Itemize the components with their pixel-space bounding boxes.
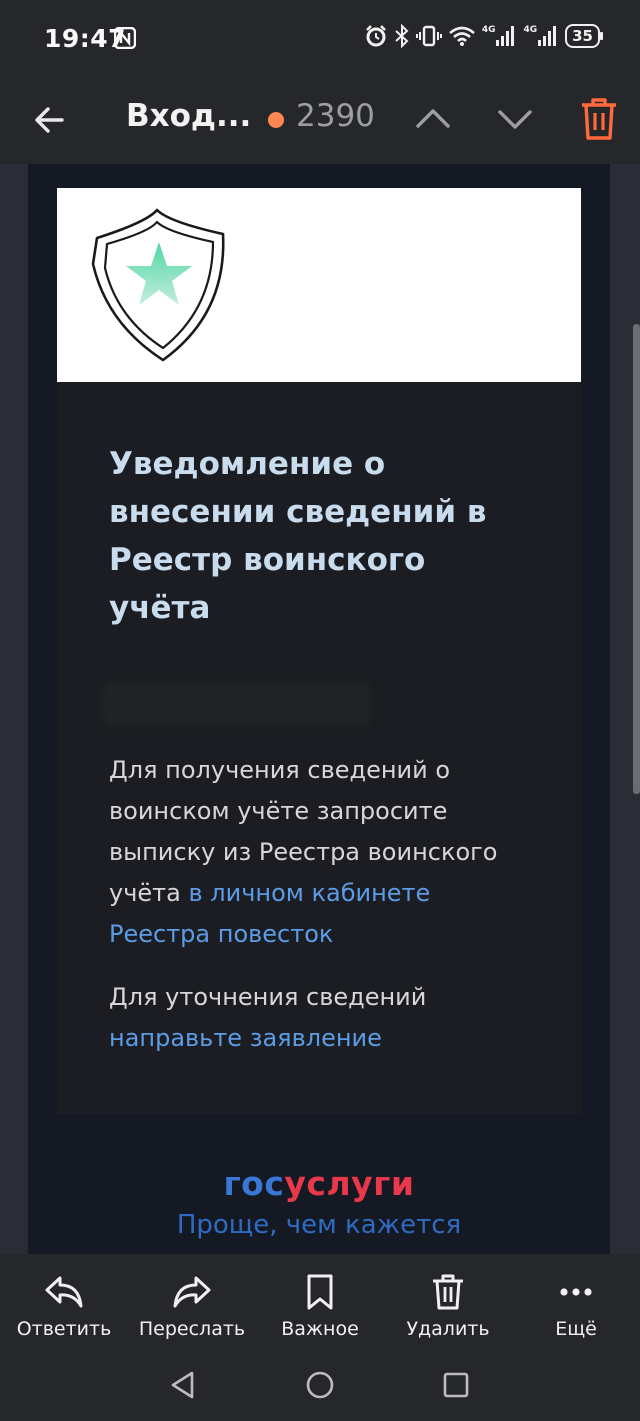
recents-square-icon[interactable]	[441, 1370, 471, 1400]
paragraph-clarify: Для уточнения сведений направьте заявлен…	[109, 977, 539, 1059]
battery-indicator: 35	[565, 24, 603, 48]
more-icon	[560, 1288, 592, 1296]
reply-icon	[45, 1276, 83, 1308]
forward-button[interactable]: Переслать	[128, 1274, 256, 1340]
signal-icon	[496, 26, 515, 46]
alarm-icon	[365, 25, 386, 47]
gosuslugi-logo: госуслуги	[28, 1164, 610, 1203]
trash-icon	[433, 1274, 463, 1310]
signal-icon	[538, 26, 557, 46]
bottom-action-bar: Ответить Переслать Важное Удалить Ещё	[0, 1254, 640, 1421]
next-message-chevron-down-icon[interactable]	[494, 98, 536, 140]
notification-card: Уведомление о внесении сведений в Реестр…	[57, 382, 581, 1114]
brand-slogan: Проще, чем кажется	[176, 1210, 462, 1240]
important-button[interactable]: Важное	[256, 1274, 384, 1340]
unread-dot	[268, 112, 284, 128]
wifi-icon	[448, 26, 475, 46]
scrollbar[interactable]	[633, 324, 640, 794]
network-label-1: 4G	[481, 25, 496, 35]
email-content-area[interactable]: Уведомление о внесении сведений в Реестр…	[0, 164, 640, 1254]
reply-button[interactable]: Ответить	[0, 1274, 128, 1340]
bluetooth-icon	[395, 24, 409, 48]
status-icons: 4G 4G 35	[364, 24, 603, 48]
important-label: Важное	[281, 1318, 359, 1340]
paragraph-2-text: Для уточнения сведений	[109, 983, 427, 1011]
redacted-text	[103, 682, 371, 726]
shield-star-logo-icon	[91, 208, 225, 362]
delete-label: Удалить	[406, 1318, 490, 1340]
send-application-link[interactable]: направьте заявление	[109, 1024, 382, 1052]
app-bar: Вход... 2390	[0, 80, 640, 164]
more-button[interactable]: Ещё	[512, 1274, 640, 1340]
back-arrow-icon[interactable]	[30, 100, 70, 140]
paragraph-request-extract: Для получения сведений о воинском учёте …	[109, 750, 539, 955]
back-triangle-icon[interactable]	[168, 1370, 198, 1400]
forward-icon	[173, 1276, 211, 1308]
home-circle-icon[interactable]	[305, 1370, 335, 1400]
network-label-2: 4G	[523, 25, 538, 35]
forward-label: Переслать	[138, 1318, 246, 1340]
brand-part-2: услуги	[284, 1164, 415, 1203]
unread-count: 2390	[296, 98, 375, 134]
folder-title[interactable]: Вход...	[126, 98, 251, 134]
nfc-icon	[114, 27, 136, 49]
email-header-banner	[57, 188, 581, 382]
delete-trash-icon[interactable]	[578, 96, 620, 142]
previous-message-chevron-up-icon[interactable]	[412, 98, 454, 140]
brand-part-1: гос	[223, 1164, 285, 1203]
bookmark-icon	[307, 1274, 333, 1310]
reply-label: Ответить	[16, 1318, 112, 1340]
more-label: Ещё	[555, 1318, 597, 1340]
vibrate-icon	[415, 25, 442, 47]
delete-button[interactable]: Удалить	[384, 1274, 512, 1340]
email-title: Уведомление о внесении сведений в Реестр…	[109, 446, 487, 626]
status-bar: 19:47 4G 4G 35	[0, 0, 640, 80]
